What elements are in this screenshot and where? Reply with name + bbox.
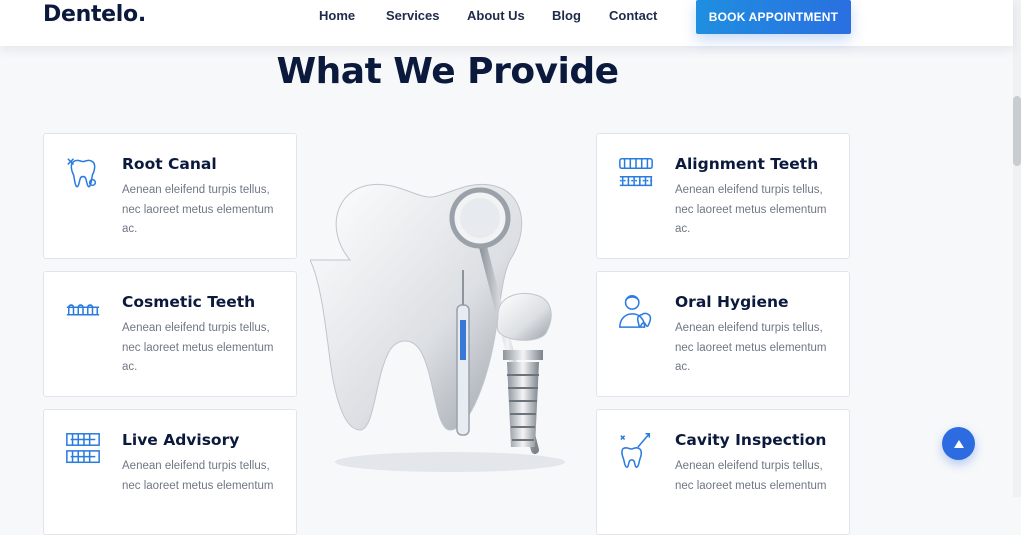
service-card-live-advisory[interactable]: Live Advisory Aenean eleifend turpis tel…	[43, 409, 297, 535]
nav-contact[interactable]: Contact	[609, 8, 657, 23]
service-description: Aenean eleifend turpis tellus, nec laore…	[675, 322, 827, 373]
service-description: Aenean eleifend turpis tellus, nec laore…	[122, 322, 274, 373]
service-title: Cosmetic Teeth	[122, 293, 256, 311]
section-title: What We Provide	[276, 51, 619, 92]
service-card-oral-hygiene[interactable]: Oral Hygiene Aenean eleifend turpis tell…	[596, 271, 850, 397]
scrollbar[interactable]	[1013, 0, 1021, 497]
tooth-cavity-icon	[67, 158, 97, 188]
service-title: Live Advisory	[122, 431, 240, 449]
service-title: Oral Hygiene	[675, 293, 789, 311]
service-description: Aenean eleifend turpis tellus, nec laore…	[675, 184, 827, 235]
nav-about-us[interactable]: About Us	[467, 8, 525, 23]
nav-blog[interactable]: Blog	[552, 8, 581, 23]
service-title: Root Canal	[122, 155, 217, 173]
dentist-icon	[619, 295, 652, 328]
logo[interactable]: Dentelo.	[43, 2, 146, 27]
service-card-alignment-teeth[interactable]: Alignment Teeth Aenean eleifend turpis t…	[596, 133, 850, 259]
tooth-probe-icon	[620, 433, 651, 468]
dental-monitor-icon	[66, 433, 100, 464]
nav-services[interactable]: Services	[386, 8, 440, 23]
service-card-cosmetic-teeth[interactable]: Cosmetic Teeth Aenean eleifend turpis te…	[43, 271, 297, 397]
teeth-row-icon	[66, 304, 100, 316]
nav-home[interactable]: Home	[319, 8, 355, 23]
service-description: Aenean eleifend turpis tellus, nec laore…	[675, 460, 827, 492]
service-card-cavity-inspection[interactable]: Cavity Inspection Aenean eleifend turpis…	[596, 409, 850, 535]
service-card-root-canal[interactable]: Root Canal Aenean eleifend turpis tellus…	[43, 133, 297, 259]
site-header: Dentelo. Home Services About Us Blog Con…	[0, 0, 1013, 46]
book-appointment-button[interactable]: BOOK APPOINTMENT	[696, 0, 851, 34]
tooth-implant-illustration	[310, 183, 565, 472]
scrollbar-thumb[interactable]	[1013, 96, 1021, 166]
braces-icon	[619, 157, 653, 187]
arrow-up-icon	[953, 439, 964, 448]
scroll-to-top-button[interactable]	[942, 427, 975, 460]
service-title: Cavity Inspection	[675, 431, 827, 449]
service-title: Alignment Teeth	[675, 155, 819, 173]
service-description: Aenean eleifend turpis tellus, nec laore…	[122, 184, 274, 235]
service-description: Aenean eleifend turpis tellus, nec laore…	[122, 460, 274, 492]
